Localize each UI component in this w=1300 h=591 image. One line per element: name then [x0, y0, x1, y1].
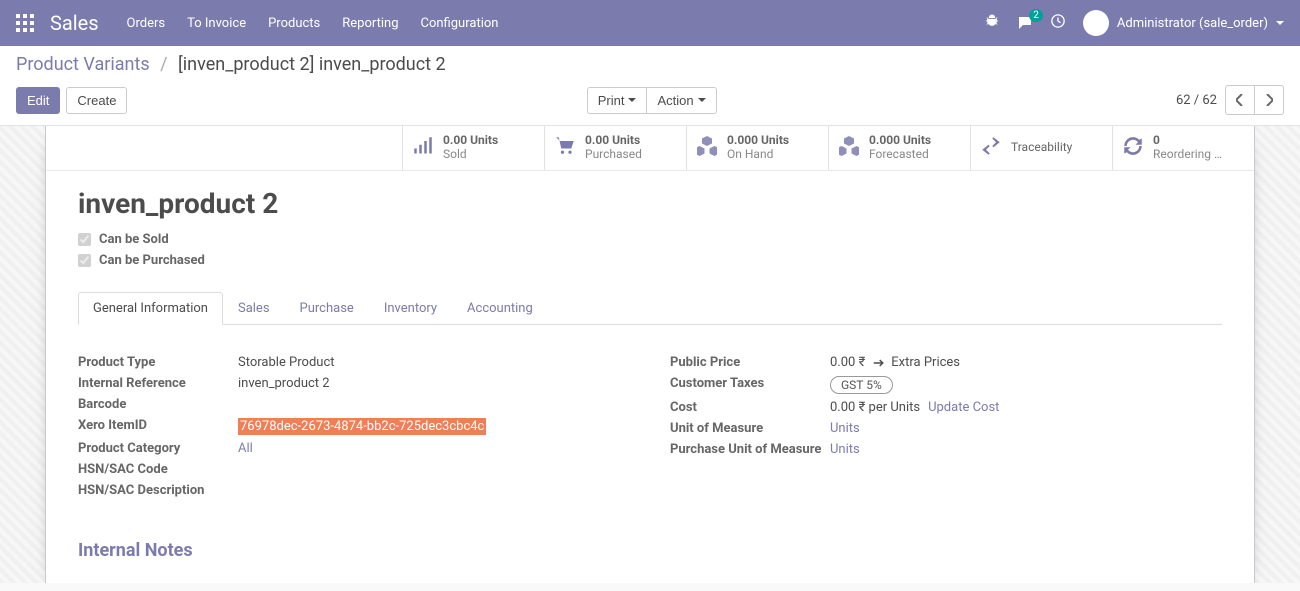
label-cost: Cost: [670, 400, 830, 415]
stat-row: 0.00 UnitsSold 0.00 UnitsPurchased 0.000…: [46, 126, 1254, 171]
section-internal-notes: Internal Notes: [78, 540, 1222, 561]
user-menu[interactable]: Administrator (sale_order): [1083, 10, 1284, 36]
print-label: Print: [598, 93, 625, 108]
breadcrumb-root[interactable]: Product Variants: [16, 54, 150, 75]
bug-icon[interactable]: [985, 14, 999, 32]
pager-text[interactable]: 62 / 62: [1176, 93, 1217, 108]
stat-val: 0.000 Units: [727, 134, 789, 148]
print-button[interactable]: Print: [587, 87, 648, 114]
tab-inventory[interactable]: Inventory: [369, 292, 452, 325]
stat-val: 0.000 Units: [869, 134, 931, 148]
edit-button[interactable]: Edit: [16, 87, 60, 114]
create-button[interactable]: Create: [66, 87, 127, 114]
nav-orders[interactable]: Orders: [127, 16, 166, 31]
action-button[interactable]: Action: [646, 87, 716, 114]
breadcrumb-current: [inven_product 2] inven_product 2: [178, 54, 446, 75]
app-brand[interactable]: Sales: [50, 11, 99, 35]
navbar-right: 2 Administrator (sale_order): [985, 10, 1284, 36]
label-public-price: Public Price: [670, 355, 830, 370]
nav-products[interactable]: Products: [268, 16, 320, 31]
label-customer-taxes: Customer Taxes: [670, 376, 830, 391]
form-sheet: 0.00 UnitsSold 0.00 UnitsPurchased 0.000…: [45, 126, 1255, 583]
label-purchase-uom: Purchase Unit of Measure: [670, 442, 830, 457]
value-category[interactable]: All: [238, 441, 253, 456]
cart-icon: [555, 136, 575, 160]
pager-next-button[interactable]: [1254, 85, 1284, 115]
stat-forecasted[interactable]: 0.000 UnitsForecasted: [828, 126, 970, 170]
value-internal-ref: inven_product 2: [238, 376, 630, 391]
stat-purchased[interactable]: 0.00 UnitsPurchased: [544, 126, 686, 170]
nav-configuration[interactable]: Configuration: [421, 16, 499, 31]
breadcrumb: Product Variants / [inven_product 2] inv…: [16, 54, 1284, 75]
clock-icon[interactable]: [1051, 14, 1065, 32]
left-column: Product TypeStorable Product Internal Re…: [78, 355, 630, 504]
value-xero-itemid: 76978dec-2673-4874-bb2c-725dec3cbc4c: [238, 418, 486, 435]
product-title: inven_product 2: [78, 187, 1222, 220]
extra-prices-button[interactable]: Extra Prices: [873, 355, 960, 370]
can-be-sold-checkbox[interactable]: [78, 233, 91, 246]
stat-label: Purchased: [585, 148, 642, 162]
tab-accounting[interactable]: Accounting: [452, 292, 548, 325]
cubes-icon: [697, 136, 717, 160]
caret-down-icon: [628, 98, 636, 102]
nav-menu: Orders To Invoice Products Reporting Con…: [127, 16, 985, 31]
stat-label: Sold: [443, 148, 498, 162]
caret-down-icon: [698, 98, 706, 102]
user-name: Administrator (sale_order): [1117, 16, 1268, 31]
value-purchase-uom[interactable]: Units: [830, 442, 860, 457]
stat-val: 0.00 Units: [585, 134, 642, 148]
form-area: Product TypeStorable Product Internal Re…: [78, 355, 1222, 504]
label-hsn-code: HSN/SAC Code: [78, 462, 238, 477]
can-be-purchased-label: Can be Purchased: [99, 253, 205, 268]
value-product-type: Storable Product: [238, 355, 630, 370]
extra-prices-label: Extra Prices: [891, 355, 960, 370]
label-category: Product Category: [78, 441, 238, 456]
label-hsn-desc: HSN/SAC Description: [78, 483, 238, 498]
can-be-sold-label: Can be Sold: [99, 232, 169, 247]
refresh-icon: [1123, 136, 1143, 160]
control-panel: Product Variants / [inven_product 2] inv…: [0, 46, 1300, 126]
stat-label: Forecasted: [869, 148, 931, 162]
stat-label: Reordering …: [1153, 148, 1222, 162]
tab-purchase[interactable]: Purchase: [285, 292, 369, 325]
main-content[interactable]: 0.00 UnitsSold 0.00 UnitsPurchased 0.000…: [0, 126, 1300, 583]
stat-val: 0.00 Units: [443, 134, 498, 148]
apps-icon[interactable]: [16, 14, 34, 32]
value-uom[interactable]: Units: [830, 421, 860, 436]
exchange-icon: [981, 136, 1001, 160]
avatar-icon: [1083, 10, 1109, 36]
action-label: Action: [657, 93, 693, 108]
pager-prev-button[interactable]: [1225, 85, 1255, 115]
can-be-purchased-checkbox[interactable]: [78, 254, 91, 267]
stat-val: 0: [1153, 134, 1222, 148]
tab-general[interactable]: General Information: [78, 292, 223, 325]
stat-reordering[interactable]: 0Reordering …: [1112, 126, 1254, 170]
value-public-price: 0.00 ₹: [830, 355, 865, 370]
label-barcode: Barcode: [78, 397, 238, 412]
stat-label: On Hand: [727, 148, 789, 162]
nav-reporting[interactable]: Reporting: [342, 16, 398, 31]
tab-sales[interactable]: Sales: [223, 292, 285, 325]
right-column: Public Price 0.00 ₹ Extra Prices Custome…: [670, 355, 1222, 504]
label-uom: Unit of Measure: [670, 421, 830, 436]
breadcrumb-sep: /: [160, 54, 167, 75]
cubes-icon: [839, 136, 859, 160]
stat-sold[interactable]: 0.00 UnitsSold: [402, 126, 544, 170]
bars-icon: [413, 136, 433, 160]
chat-icon[interactable]: 2: [1017, 15, 1033, 31]
tabs: General Information Sales Purchase Inven…: [78, 292, 1222, 325]
value-cost: 0.00 ₹ per Units: [830, 400, 920, 415]
caret-down-icon: [1276, 21, 1284, 25]
nav-to-invoice[interactable]: To Invoice: [187, 16, 246, 31]
stat-label: Traceability: [1011, 141, 1072, 155]
top-navbar: Sales Orders To Invoice Products Reporti…: [0, 0, 1300, 46]
tax-pill[interactable]: GST 5%: [830, 376, 893, 394]
stat-onhand[interactable]: 0.000 UnitsOn Hand: [686, 126, 828, 170]
update-cost-button[interactable]: Update Cost: [928, 400, 999, 415]
label-product-type: Product Type: [78, 355, 238, 370]
stat-traceability[interactable]: Traceability: [970, 126, 1112, 170]
label-xero-itemid: Xero ItemID: [78, 418, 238, 433]
chat-badge: 2: [1029, 9, 1043, 22]
label-internal-ref: Internal Reference: [78, 376, 238, 391]
